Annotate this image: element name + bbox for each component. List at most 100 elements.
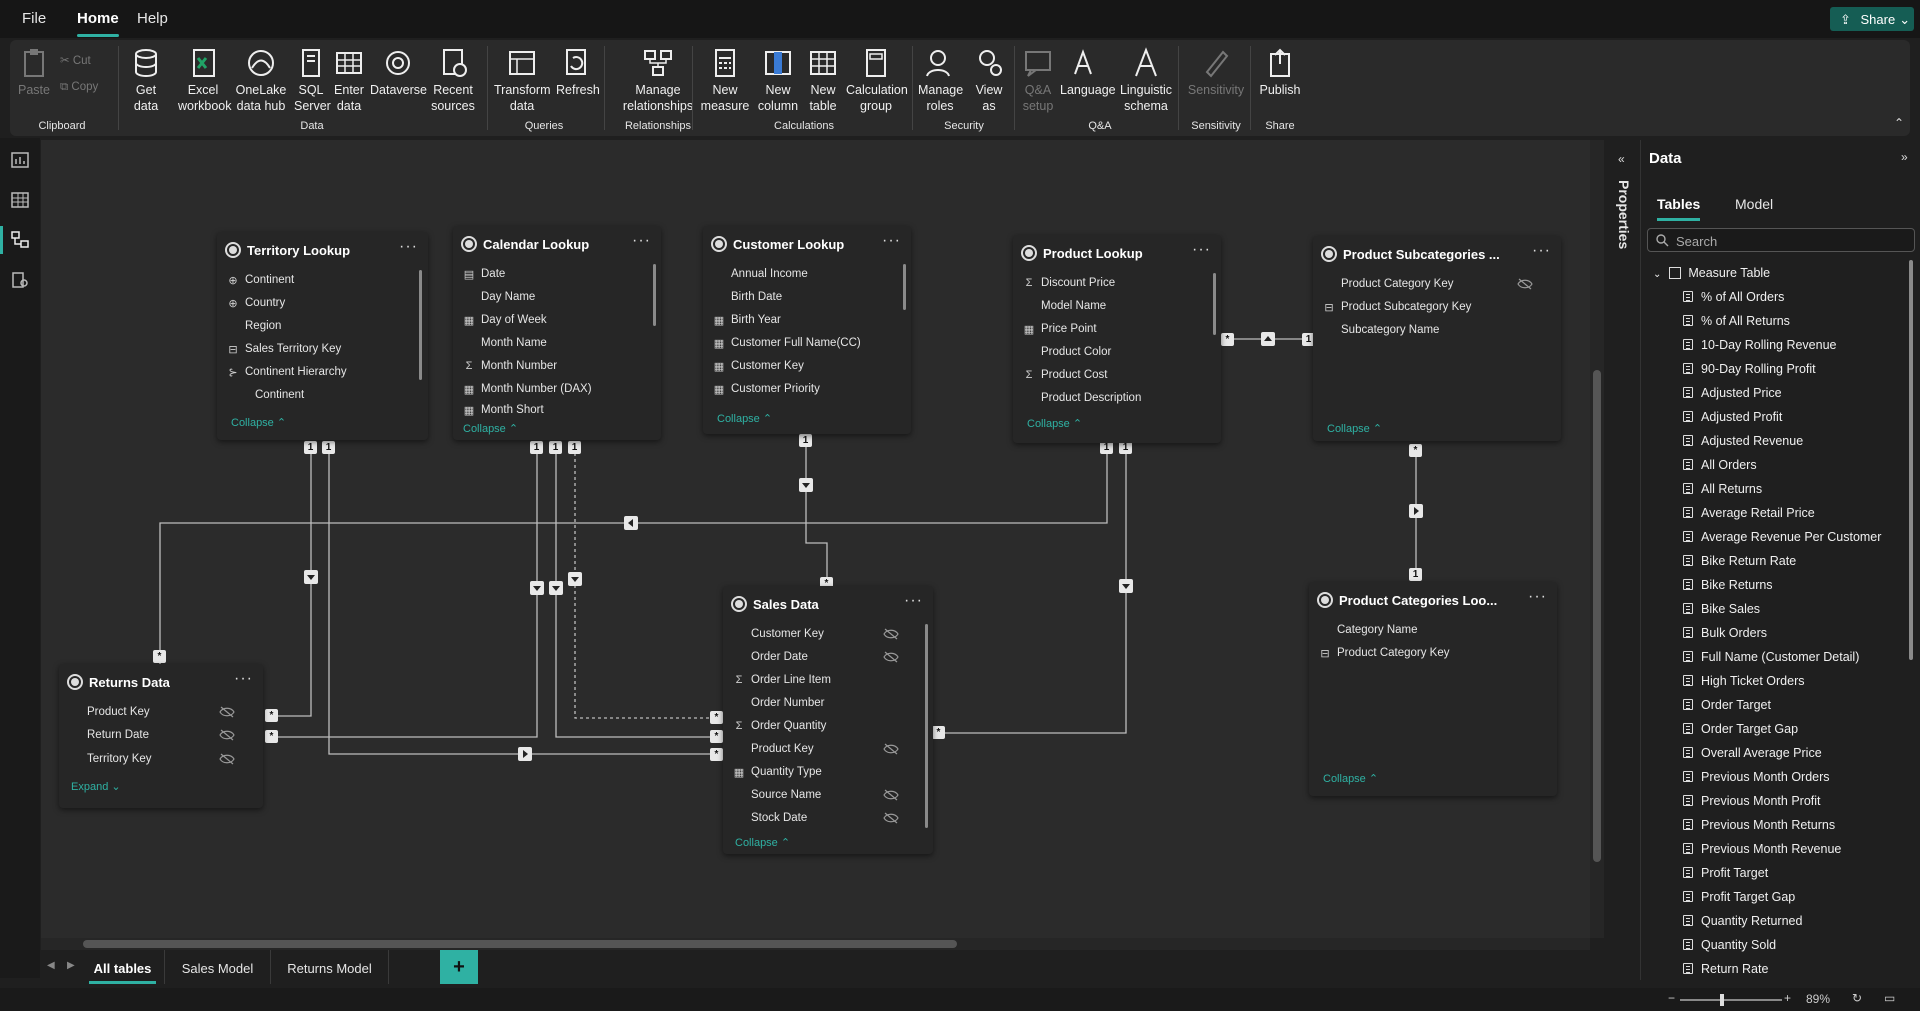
field-row[interactable]: Product Description	[1041, 392, 1141, 404]
scrollbar-thumb[interactable]	[83, 940, 957, 948]
search-input[interactable]: Search	[1647, 228, 1915, 252]
field-row[interactable]: Order Quantity	[751, 720, 826, 732]
field-row[interactable]: Model Name	[1041, 300, 1106, 312]
measure-item[interactable]: Previous Month Revenue	[1683, 842, 1841, 856]
excel-workbook-button[interactable]: Excel workbook	[178, 46, 232, 114]
measure-item[interactable]: All Returns	[1683, 482, 1762, 496]
field-row[interactable]: Discount Price	[1041, 277, 1115, 289]
measure-item[interactable]: All Orders	[1683, 458, 1757, 472]
collapse-link[interactable]: Collapse ⌃	[1027, 417, 1082, 430]
measure-item[interactable]: Adjusted Profit	[1683, 410, 1782, 424]
measure-table-node[interactable]: ⌄ Measure Table	[1653, 266, 1770, 280]
measure-item[interactable]: Order Target	[1683, 698, 1771, 712]
card-scrollbar[interactable]	[419, 270, 422, 380]
collapse-link[interactable]: Collapse ⌃	[231, 416, 286, 429]
field-row[interactable]: Product Category Key	[1341, 278, 1454, 290]
copy-button[interactable]: ⧉ Copy	[60, 74, 98, 100]
field-row[interactable]: Order Number	[751, 697, 825, 709]
measure-item[interactable]: % of All Returns	[1683, 314, 1790, 328]
table-card-sales-data[interactable]: Sales Data ··· Customer Key Order Date Σ…	[723, 586, 933, 854]
measure-item[interactable]: Bike Returns	[1683, 578, 1773, 592]
tab-sales-model[interactable]: Sales Model	[165, 950, 271, 984]
table-view-icon[interactable]	[10, 190, 30, 210]
field-row[interactable]: Month Number	[481, 360, 557, 372]
measure-item[interactable]: Previous Month Returns	[1683, 818, 1835, 832]
field-row[interactable]: Region	[245, 320, 281, 332]
measure-item[interactable]: Quantity Returned	[1683, 914, 1802, 928]
paste-button[interactable]: Paste	[18, 46, 50, 98]
table-card-territory-lookup[interactable]: Territory Lookup ··· ⊕ Continent ⊕ Country…	[217, 232, 428, 440]
hidden-eye-icon[interactable]	[1517, 278, 1533, 290]
measure-item[interactable]: 90-Day Rolling Profit	[1683, 362, 1816, 376]
measure-item[interactable]: 10-Day Rolling Revenue	[1683, 338, 1837, 352]
table-card-returns-data[interactable]: Returns Data ··· Product Key Return Date…	[59, 664, 263, 808]
more-options-icon[interactable]: ···	[234, 670, 253, 688]
share-button[interactable]: ⇪ Share ⌄	[1830, 7, 1914, 31]
relationship-line[interactable]	[934, 447, 1127, 734]
measure-item[interactable]: Profit Target	[1683, 866, 1768, 880]
qa-setup-button[interactable]: Q&A setup	[1018, 46, 1058, 114]
language-button[interactable]: Language	[1060, 46, 1116, 98]
model-view-icon[interactable]	[10, 230, 30, 250]
relationship-line[interactable]	[273, 447, 538, 738]
tab-tables[interactable]: Tables	[1657, 196, 1701, 221]
canvas-horizontal-scrollbar[interactable]	[41, 938, 1590, 950]
measure-item[interactable]: Adjusted Price	[1683, 386, 1782, 400]
field-row[interactable]: Source Name	[751, 789, 821, 801]
expand-properties-icon[interactable]: «	[1618, 152, 1625, 166]
field-row[interactable]: Customer Full Name(CC)	[731, 337, 861, 349]
more-options-icon[interactable]: ···	[399, 238, 418, 256]
table-card-product-lookup[interactable]: Product Lookup ··· Σ Discount Price Model…	[1013, 235, 1221, 443]
field-row[interactable]: Continent	[245, 274, 294, 286]
measure-item[interactable]: Bulk Orders	[1683, 626, 1767, 640]
fullscreen-icon[interactable]: ▭	[1884, 991, 1895, 1005]
field-row[interactable]: Stock Date	[751, 812, 807, 824]
field-row[interactable]: Product Key	[87, 706, 150, 718]
measure-item[interactable]: Overall Average Price	[1683, 746, 1822, 760]
measure-item[interactable]: High Ticket Orders	[1683, 674, 1805, 688]
field-row[interactable]: Product Category Key	[1337, 647, 1450, 659]
more-options-icon[interactable]: ···	[904, 592, 923, 610]
field-row[interactable]: Sales Territory Key	[245, 343, 341, 355]
field-row[interactable]: Customer Key	[751, 628, 824, 640]
hidden-eye-icon[interactable]	[219, 753, 235, 765]
collapse-link[interactable]: Collapse ⌃	[735, 836, 790, 849]
measure-item[interactable]: Order Target Gap	[1683, 722, 1798, 736]
transform-data-button[interactable]: Transform data	[494, 46, 551, 114]
collapse-link[interactable]: Collapse ⌃	[1327, 422, 1382, 435]
field-row[interactable]: Day of Week	[481, 314, 547, 326]
field-row[interactable]: Birth Date	[731, 291, 782, 303]
hidden-eye-icon[interactable]	[883, 812, 899, 824]
properties-label[interactable]: Properties	[1616, 180, 1632, 249]
relationship-line-inactive[interactable]	[574, 447, 712, 719]
zoom-slider-thumb[interactable]	[1720, 994, 1724, 1006]
field-row[interactable]: Quantity Type	[751, 766, 822, 778]
menu-home[interactable]: Home	[77, 10, 119, 37]
data-pane-scrollbar[interactable]	[1909, 260, 1913, 660]
new-table-button[interactable]: New table	[804, 46, 842, 114]
cut-button[interactable]: ✂ Cut	[60, 48, 98, 74]
new-column-button[interactable]: New column	[756, 46, 800, 114]
field-row[interactable]: Subcategory Name	[1341, 324, 1439, 336]
field-row[interactable]: Price Point	[1041, 323, 1097, 335]
measure-item[interactable]: Return Rate	[1683, 962, 1768, 976]
field-row[interactable]: Continent	[255, 389, 304, 401]
relationship-line[interactable]	[159, 447, 1108, 664]
field-row[interactable]: Order Line Item	[751, 674, 831, 686]
field-row[interactable]: Category Name	[1337, 624, 1418, 636]
measure-item[interactable]: Quantity Sold	[1683, 938, 1776, 952]
measure-item[interactable]: % of All Orders	[1683, 290, 1784, 304]
field-row[interactable]: Customer Priority	[731, 383, 820, 395]
collapse-link[interactable]: Collapse ⌃	[463, 422, 518, 435]
scroll-left-icon[interactable]: ◀	[47, 960, 55, 971]
card-scrollbar[interactable]	[1213, 273, 1216, 335]
canvas-vertical-scrollbar[interactable]	[1590, 140, 1604, 938]
menu-help[interactable]: Help	[137, 10, 168, 27]
more-options-icon[interactable]: ···	[632, 232, 651, 250]
field-row[interactable]: Annual Income	[731, 268, 808, 280]
calculation-group-button[interactable]: Calculation group	[846, 46, 908, 114]
enter-data-button[interactable]: Enter data	[332, 46, 366, 114]
properties-pane-collapsed[interactable]: «	[1606, 140, 1638, 978]
hidden-eye-icon[interactable]	[883, 743, 899, 755]
measure-item[interactable]: Average Retail Price	[1683, 506, 1815, 520]
